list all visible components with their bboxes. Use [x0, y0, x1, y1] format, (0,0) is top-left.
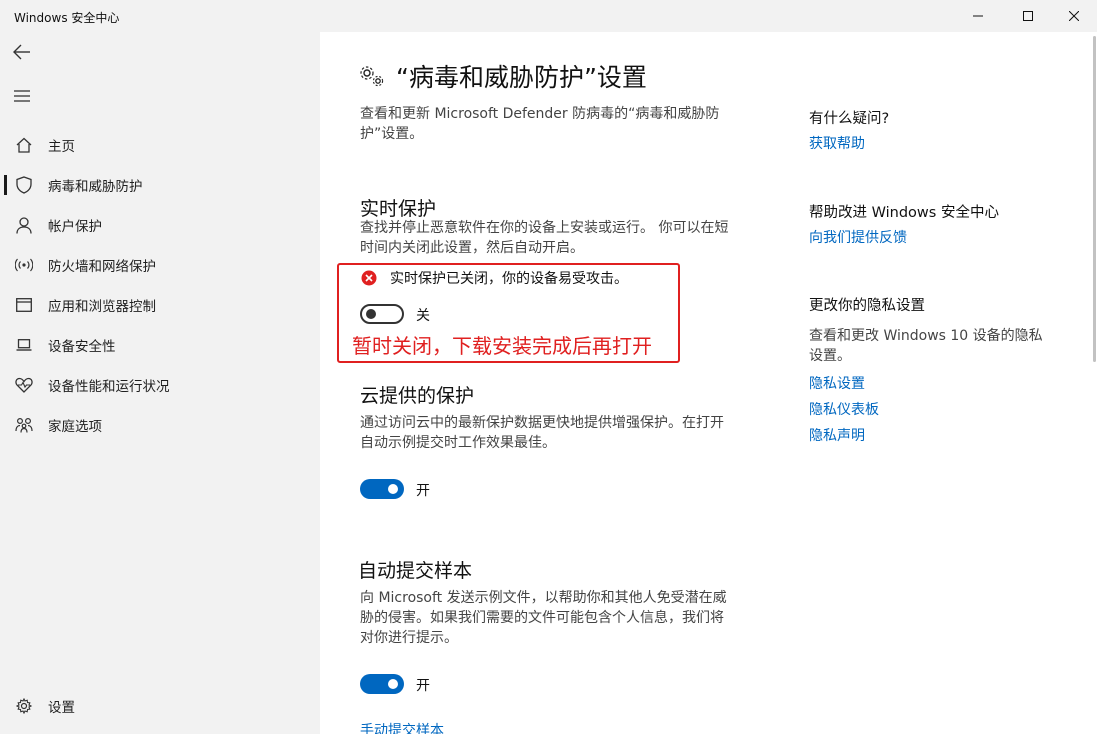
- page-header: “病毒和威胁防护”设置: [358, 58, 647, 94]
- close-icon: [1069, 11, 1079, 21]
- sidebar-item-label: 家庭选项: [48, 419, 102, 435]
- menu-button[interactable]: [0, 76, 44, 116]
- sample-submission-toggle[interactable]: [360, 674, 404, 694]
- sidebar: 主页 病毒和威胁防护 帐户保护 防火墙和网络保护 应用和浏览器控制 设备安全性: [0, 32, 320, 734]
- privacy-description: 查看和更改 Windows 10 设备的隐私 设置。: [809, 326, 1059, 366]
- privacy-dashboard-link[interactable]: 隐私仪表板: [809, 399, 879, 419]
- page-title: “病毒和威胁防护”设置: [396, 63, 647, 92]
- realtime-toggle-label: 关: [416, 308, 430, 324]
- sidebar-item-account[interactable]: 帐户保护: [0, 205, 320, 245]
- sidebar-item-label: 病毒和威胁防护: [48, 179, 143, 195]
- sidebar-item-label: 主页: [48, 139, 75, 155]
- sidebar-item-firewall[interactable]: 防火墙和网络保护: [0, 245, 320, 285]
- sidebar-item-settings[interactable]: 设置: [0, 686, 320, 726]
- error-icon: [361, 270, 377, 286]
- sidebar-item-label: 应用和浏览器控制: [48, 299, 156, 315]
- description-line: 设置。: [809, 348, 851, 364]
- sidebar-item-label: 设备安全性: [48, 339, 116, 355]
- back-arrow-icon: [13, 44, 30, 60]
- manual-submit-link[interactable]: 手动提交样本: [360, 720, 444, 734]
- description-line: 通过访问云中的最新保护数据更快地提供增强保护。在打开: [360, 415, 724, 431]
- description-line: 护”设置。: [360, 126, 424, 142]
- get-help-link[interactable]: 获取帮助: [809, 133, 865, 153]
- description-line: 时间内关闭此设置，然后自动开启。: [360, 240, 584, 256]
- shield-icon: [0, 165, 48, 205]
- description-line: 向 Microsoft 发送示例文件，以帮助你和其他人免受潜在威: [360, 590, 727, 606]
- maximize-icon: [1023, 11, 1033, 21]
- home-icon: [0, 125, 48, 165]
- toggle-knob: [388, 484, 398, 494]
- privacy-settings-link[interactable]: 隐私设置: [809, 373, 865, 393]
- cloud-protection-toggle[interactable]: [360, 479, 404, 499]
- close-button[interactable]: [1051, 0, 1097, 32]
- minimize-icon: [973, 15, 983, 17]
- sidebar-item-device-health[interactable]: 设备性能和运行状况: [0, 365, 320, 405]
- scrollbar[interactable]: [1093, 36, 1096, 362]
- page-description: 查看和更新 Microsoft Defender 防病毒的“病毒和威胁防 护”设…: [360, 104, 760, 144]
- improve-title: 帮助改进 Windows 安全中心: [809, 205, 999, 221]
- gear-icon: [0, 686, 48, 726]
- description-line: 对你进行提示。: [360, 630, 458, 646]
- realtime-alert: 实时保护已关闭，你的设备易受攻击。: [361, 268, 628, 288]
- toggle-knob: [366, 309, 376, 319]
- description-line: 自动示例提交时工作效果最佳。: [360, 435, 556, 451]
- sidebar-item-home[interactable]: 主页: [0, 125, 320, 165]
- sidebar-item-family[interactable]: 家庭选项: [0, 405, 320, 445]
- sidebar-item-virus-protection[interactable]: 病毒和威胁防护: [0, 165, 320, 205]
- sidebar-item-label: 帐户保护: [48, 219, 102, 235]
- toggle-knob: [388, 679, 398, 689]
- hamburger-icon: [14, 90, 30, 102]
- sidebar-item-device-security[interactable]: 设备安全性: [0, 325, 320, 365]
- feedback-link[interactable]: 向我们提供反馈: [809, 227, 907, 247]
- description-line: 胁的侵害。如果我们需要的文件可能包含个人信息，我们将: [360, 610, 724, 626]
- sidebar-settings-label: 设置: [48, 700, 75, 716]
- description-line: 查看和更改 Windows 10 设备的隐私: [809, 328, 1043, 344]
- privacy-statement-link[interactable]: 隐私声明: [809, 425, 865, 445]
- minimize-button[interactable]: [955, 0, 1001, 32]
- gears-icon: [360, 66, 384, 87]
- help-title: 有什么疑问?: [809, 111, 890, 127]
- family-icon: [0, 405, 48, 445]
- person-icon: [0, 205, 48, 245]
- wifi-broadcast-icon: [0, 245, 48, 285]
- sidebar-item-app-browser[interactable]: 应用和浏览器控制: [0, 285, 320, 325]
- back-button[interactable]: [0, 32, 44, 72]
- cloud-section-title: 云提供的保护: [360, 385, 475, 407]
- sample-section-title: 自动提交样本: [358, 560, 473, 582]
- maximize-button[interactable]: [1005, 0, 1051, 32]
- realtime-protection-toggle[interactable]: [360, 304, 404, 324]
- heart-pulse-icon: [0, 365, 48, 405]
- window-title: Windows 安全中心: [14, 11, 120, 25]
- sample-description: 向 Microsoft 发送示例文件，以帮助你和其他人免受潜在威 胁的侵害。如果…: [360, 588, 760, 648]
- cloud-description: 通过访问云中的最新保护数据更快地提供增强保护。在打开 自动示例提交时工作效果最佳…: [360, 413, 760, 453]
- alert-text: 实时保护已关闭，你的设备易受攻击。: [390, 271, 628, 287]
- privacy-title: 更改你的隐私设置: [809, 298, 925, 314]
- realtime-description: 查找并停止恶意软件在你的设备上安装或运行。 你可以在短 时间内关闭此设置，然后自…: [360, 218, 760, 258]
- title-bar: Windows 安全中心: [0, 0, 1097, 32]
- browser-window-icon: [0, 285, 48, 325]
- realtime-section-title: 实时保护: [360, 198, 437, 220]
- description-line: 查找并停止恶意软件在你的设备上安装或运行。 你可以在短: [360, 220, 729, 236]
- sidebar-item-label: 设备性能和运行状况: [48, 379, 170, 395]
- laptop-icon: [0, 325, 48, 365]
- description-line: 查看和更新 Microsoft Defender 防病毒的“病毒和威胁防: [360, 106, 720, 122]
- sidebar-item-label: 防火墙和网络保护: [48, 259, 156, 275]
- annotation-note: 暂时关闭，下载安装完成后再打开: [352, 334, 652, 358]
- cloud-toggle-label: 开: [416, 483, 430, 499]
- sample-toggle-label: 开: [416, 678, 430, 694]
